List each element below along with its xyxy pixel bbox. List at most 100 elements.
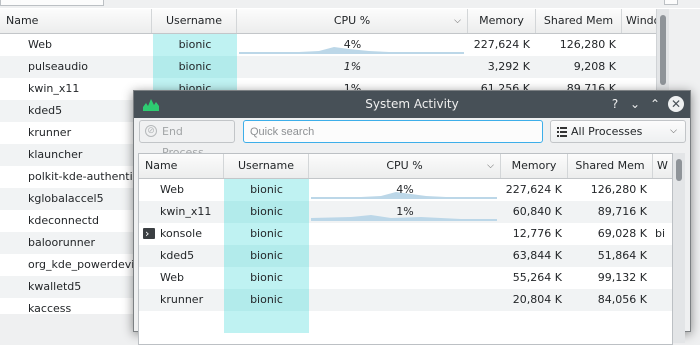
process-shared-mem: 51,864 K	[597, 249, 647, 262]
column-header-cpu[interactable]: CPU % ⌵	[237, 9, 468, 33]
process-shared-mem: 84,056 K	[597, 293, 647, 306]
process-name: kwalletd5	[28, 280, 82, 293]
column-header-window[interactable]: W	[653, 154, 672, 178]
column-header-window[interactable]: Windo	[622, 9, 656, 33]
process-shared-mem: 126,280 K	[559, 38, 616, 51]
process-table-header: Name Username CPU % ⌵ Memory Shared Mem …	[139, 154, 672, 179]
chevron-down-icon: ⌵	[670, 126, 677, 136]
process-username: bionic	[153, 34, 237, 56]
help-button[interactable]: ?	[606, 95, 624, 113]
column-header-cpu-label: CPU %	[333, 14, 371, 27]
process-cpu: 4%	[237, 34, 468, 56]
process-username: bionic	[224, 179, 309, 201]
chevron-down-icon: ⌵	[454, 16, 461, 26]
table-row[interactable]: pulseaudio bionic 1% 3,292 K 9,208 K	[0, 56, 656, 78]
process-memory: 227,624 K	[505, 183, 562, 196]
process-name: kwin_x11	[28, 82, 80, 95]
background-table-header: Name Username CPU % ⌵ Memory Shared Mem …	[0, 9, 656, 34]
process-window: bi	[655, 227, 666, 240]
process-name: kwin_x11	[160, 205, 212, 218]
table-row[interactable]: Web bionic 55,264 K 99,132 K	[139, 267, 672, 289]
table-row[interactable]: konsole bionic 12,776 K 69,028 K bi	[139, 223, 672, 245]
process-memory: 60,840 K	[512, 205, 562, 218]
process-name: konsole	[160, 227, 202, 240]
column-header-cpu-label: CPU %	[386, 159, 423, 172]
column-header-shared-mem[interactable]: Shared Mem	[568, 154, 653, 178]
column-header-cpu[interactable]: CPU % ⌵	[309, 154, 501, 178]
process-name: kglobalaccel5	[28, 192, 104, 205]
column-header-username[interactable]: Username	[224, 154, 309, 178]
process-username: bionic	[224, 289, 309, 311]
process-name: krunner	[28, 126, 72, 139]
process-filter-select[interactable]: All Processes ⌵	[550, 120, 686, 143]
column-header-name[interactable]: Name	[0, 9, 152, 33]
process-memory: 3,292 K	[487, 60, 530, 73]
process-username: bionic	[224, 223, 309, 245]
process-filter-value: All Processes	[571, 125, 643, 138]
background-toolbar-fragment	[664, 0, 678, 5]
table-row[interactable]	[139, 311, 672, 333]
end-process-button[interactable]: ⊘ End Process...	[139, 120, 235, 159]
process-name: pulseaudio	[28, 60, 88, 73]
background-toolbar-strip	[0, 0, 700, 8]
close-button[interactable]: ✕	[668, 96, 684, 112]
process-username: bionic	[224, 245, 309, 267]
process-name: krunner	[160, 293, 204, 306]
process-username: bionic	[153, 56, 237, 78]
process-name: kaccess	[28, 302, 72, 315]
process-name: Web	[160, 271, 184, 284]
table-row[interactable]: kwin_x11 bionic 1% 60,840 K 89,716 K	[139, 201, 672, 223]
process-cpu: 4%	[309, 179, 501, 201]
minimize-button[interactable]: ⌄	[626, 95, 644, 113]
quick-search-input[interactable]	[243, 120, 543, 143]
column-header-username[interactable]: Username	[152, 9, 237, 33]
chevron-down-icon: ⌵	[487, 161, 494, 171]
table-row[interactable]: Web bionic 4% 227,624 K 126,280 K	[0, 34, 656, 56]
process-username: bionic	[224, 267, 309, 289]
table-row[interactable]: krunner bionic 20,804 K 84,056 K	[139, 289, 672, 311]
column-header-memory[interactable]: Memory	[501, 154, 568, 178]
column-header-name[interactable]: Name	[139, 154, 224, 178]
process-name: Web	[160, 183, 184, 196]
process-name: klauncher	[28, 148, 83, 161]
table-row[interactable]: kded5 bionic 63,844 K 51,864 K	[139, 245, 672, 267]
process-name: Web	[28, 38, 52, 51]
process-shared-mem: 89,716 K	[597, 205, 647, 218]
background-toolbar-fragment	[0, 0, 104, 6]
cancel-icon: ⊘	[145, 125, 157, 137]
cpu-value: 4%	[343, 38, 362, 51]
table-row[interactable]: Web bionic 4% 227,624 K 126,280 K	[139, 179, 672, 201]
process-shared-mem: 99,132 K	[597, 271, 647, 284]
column-header-memory[interactable]: Memory	[468, 9, 536, 33]
maximize-button[interactable]: ⌃	[646, 95, 664, 113]
process-username	[224, 311, 309, 333]
process-cpu: 1%	[343, 60, 362, 73]
scrollbar-thumb[interactable]	[660, 15, 666, 85]
system-activity-window: System Activity ? ⌄ ⌃ ✕ ⊘ End Process...…	[133, 90, 691, 345]
list-icon	[557, 127, 567, 137]
process-shared-mem: 9,208 K	[573, 60, 616, 73]
column-header-shared-mem[interactable]: Shared Mem	[536, 9, 622, 33]
cpu-value: 1%	[396, 205, 414, 218]
process-table-scrollbar[interactable]	[673, 153, 685, 343]
process-shared-mem: 126,280 K	[590, 183, 647, 196]
process-memory: 12,776 K	[512, 227, 562, 240]
process-memory: 63,844 K	[512, 249, 562, 262]
process-memory: 20,804 K	[512, 293, 562, 306]
process-name: kded5	[28, 104, 63, 117]
process-memory: 55,264 K	[512, 271, 562, 284]
window-titlebar[interactable]: System Activity ? ⌄ ⌃ ✕	[134, 91, 690, 118]
cpu-value: 4%	[396, 183, 414, 196]
process-name: kdeconnectd	[28, 214, 99, 227]
process-username: bionic	[224, 201, 309, 223]
process-cpu: 1%	[309, 201, 501, 223]
process-table: Name Username CPU % ⌵ Memory Shared Mem …	[138, 153, 673, 345]
process-name: org_kde_powerdevil	[28, 258, 138, 271]
process-shared-mem: 69,028 K	[597, 227, 647, 240]
process-name: kded5	[160, 249, 195, 262]
terminal-icon	[143, 223, 155, 245]
scrollbar-thumb[interactable]	[676, 159, 682, 181]
window-toolbar: ⊘ End Process... All Processes ⌵	[134, 118, 690, 159]
process-name: baloorunner	[28, 236, 95, 249]
process-memory: 227,624 K	[473, 38, 530, 51]
